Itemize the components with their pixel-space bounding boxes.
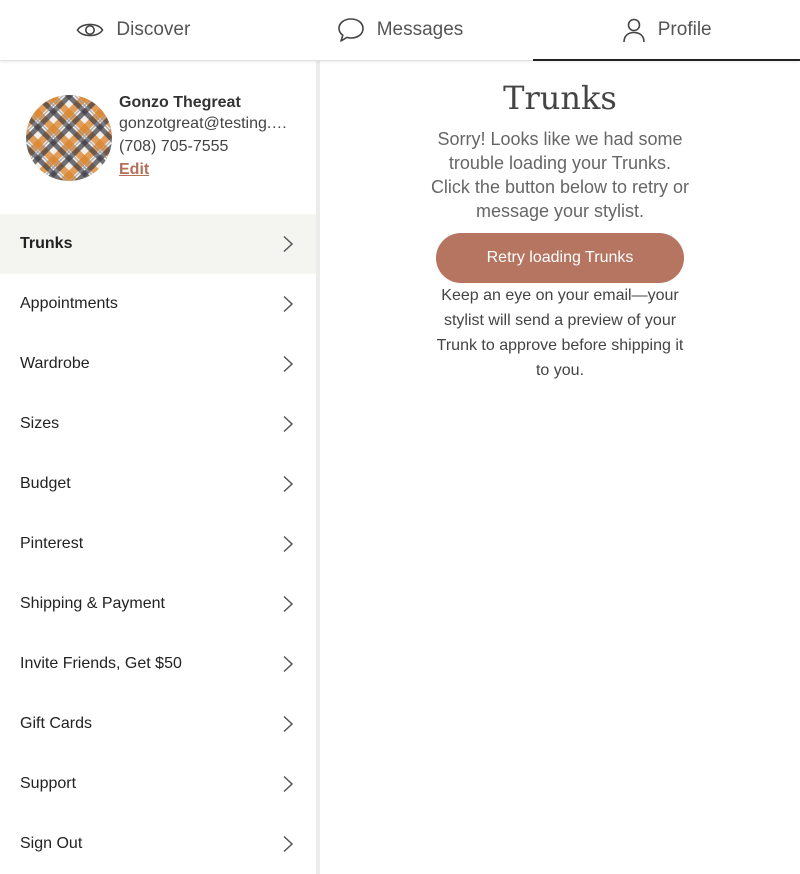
- page-title: Trunks: [503, 79, 617, 117]
- error-message: Sorry! Looks like we had some trouble lo…: [430, 129, 690, 221]
- menu-item-budget[interactable]: Budget: [0, 454, 316, 514]
- chevron-right-icon: [282, 655, 294, 673]
- tab-label: Discover: [116, 19, 191, 40]
- menu-item-label: Appointments: [20, 295, 118, 312]
- menu-item-label: Invite Friends, Get $50: [20, 655, 182, 672]
- chevron-right-icon: [282, 835, 294, 853]
- avatar: [26, 95, 112, 181]
- menu-item-invite-friends[interactable]: Invite Friends, Get $50: [0, 634, 316, 694]
- tab-label: Messages: [376, 19, 464, 40]
- menu-item-sizes[interactable]: Sizes: [0, 394, 316, 454]
- menu-item-support[interactable]: Support: [0, 754, 316, 814]
- chevron-right-icon: [282, 715, 294, 733]
- tab-profile[interactable]: Profile: [533, 0, 800, 61]
- menu-item-label: Sign Out: [20, 835, 83, 852]
- profile-phone: (708) 705-7555: [119, 138, 229, 155]
- profile-menu: Trunks Appointments Wardrobe Sizes Budge…: [0, 214, 316, 874]
- menu-item-label: Shipping & Payment: [20, 595, 165, 612]
- profile-summary: Gonzo Thegreat gonzotgreat@testing.com (…: [0, 61, 316, 214]
- menu-item-trunks[interactable]: Trunks: [0, 214, 316, 274]
- menu-item-sign-out[interactable]: Sign Out: [0, 814, 316, 874]
- chevron-right-icon: [282, 235, 294, 253]
- chevron-right-icon: [282, 475, 294, 493]
- menu-item-label: Sizes: [20, 415, 60, 432]
- chevron-right-icon: [282, 355, 294, 373]
- stylist-preview-note: Keep an eye on your email—your stylist w…: [436, 287, 684, 379]
- tab-label: Profile: [657, 19, 712, 40]
- chevron-right-icon: [282, 775, 294, 793]
- menu-item-label: Gift Cards: [20, 715, 93, 732]
- chevron-right-icon: [282, 535, 294, 553]
- chevron-right-icon: [282, 295, 294, 313]
- chevron-right-icon: [282, 415, 294, 433]
- menu-item-appointments[interactable]: Appointments: [0, 274, 316, 334]
- menu-item-label: Pinterest: [20, 535, 84, 552]
- retry-loading-trunks-button[interactable]: Retry loading Trunks: [436, 233, 684, 283]
- eye-icon: [76, 20, 104, 40]
- trunks-panel: Trunks Sorry! Looks like we had some tro…: [320, 61, 800, 874]
- menu-item-label: Budget: [20, 475, 71, 492]
- profile-email: gonzotgreat@testing.com: [119, 115, 294, 132]
- tab-discover[interactable]: Discover: [0, 0, 267, 60]
- menu-item-wardrobe[interactable]: Wardrobe: [0, 334, 316, 394]
- person-icon: [622, 17, 646, 43]
- menu-item-pinterest[interactable]: Pinterest: [0, 514, 316, 574]
- top-tab-bar: Discover Messages Profile: [0, 0, 800, 61]
- menu-item-label: Support: [20, 775, 77, 792]
- menu-item-shipping-payment[interactable]: Shipping & Payment: [0, 574, 316, 634]
- profile-sidebar: Gonzo Thegreat gonzotgreat@testing.com (…: [0, 61, 316, 874]
- menu-item-label: Trunks: [20, 235, 73, 252]
- chat-bubble-icon: [337, 17, 365, 43]
- menu-item-label: Wardrobe: [20, 355, 90, 372]
- edit-profile-link[interactable]: Edit: [119, 161, 149, 179]
- profile-name: Gonzo Thegreat: [119, 94, 241, 111]
- menu-item-gift-cards[interactable]: Gift Cards: [0, 694, 316, 754]
- chevron-right-icon: [282, 595, 294, 613]
- tab-messages[interactable]: Messages: [267, 0, 534, 60]
